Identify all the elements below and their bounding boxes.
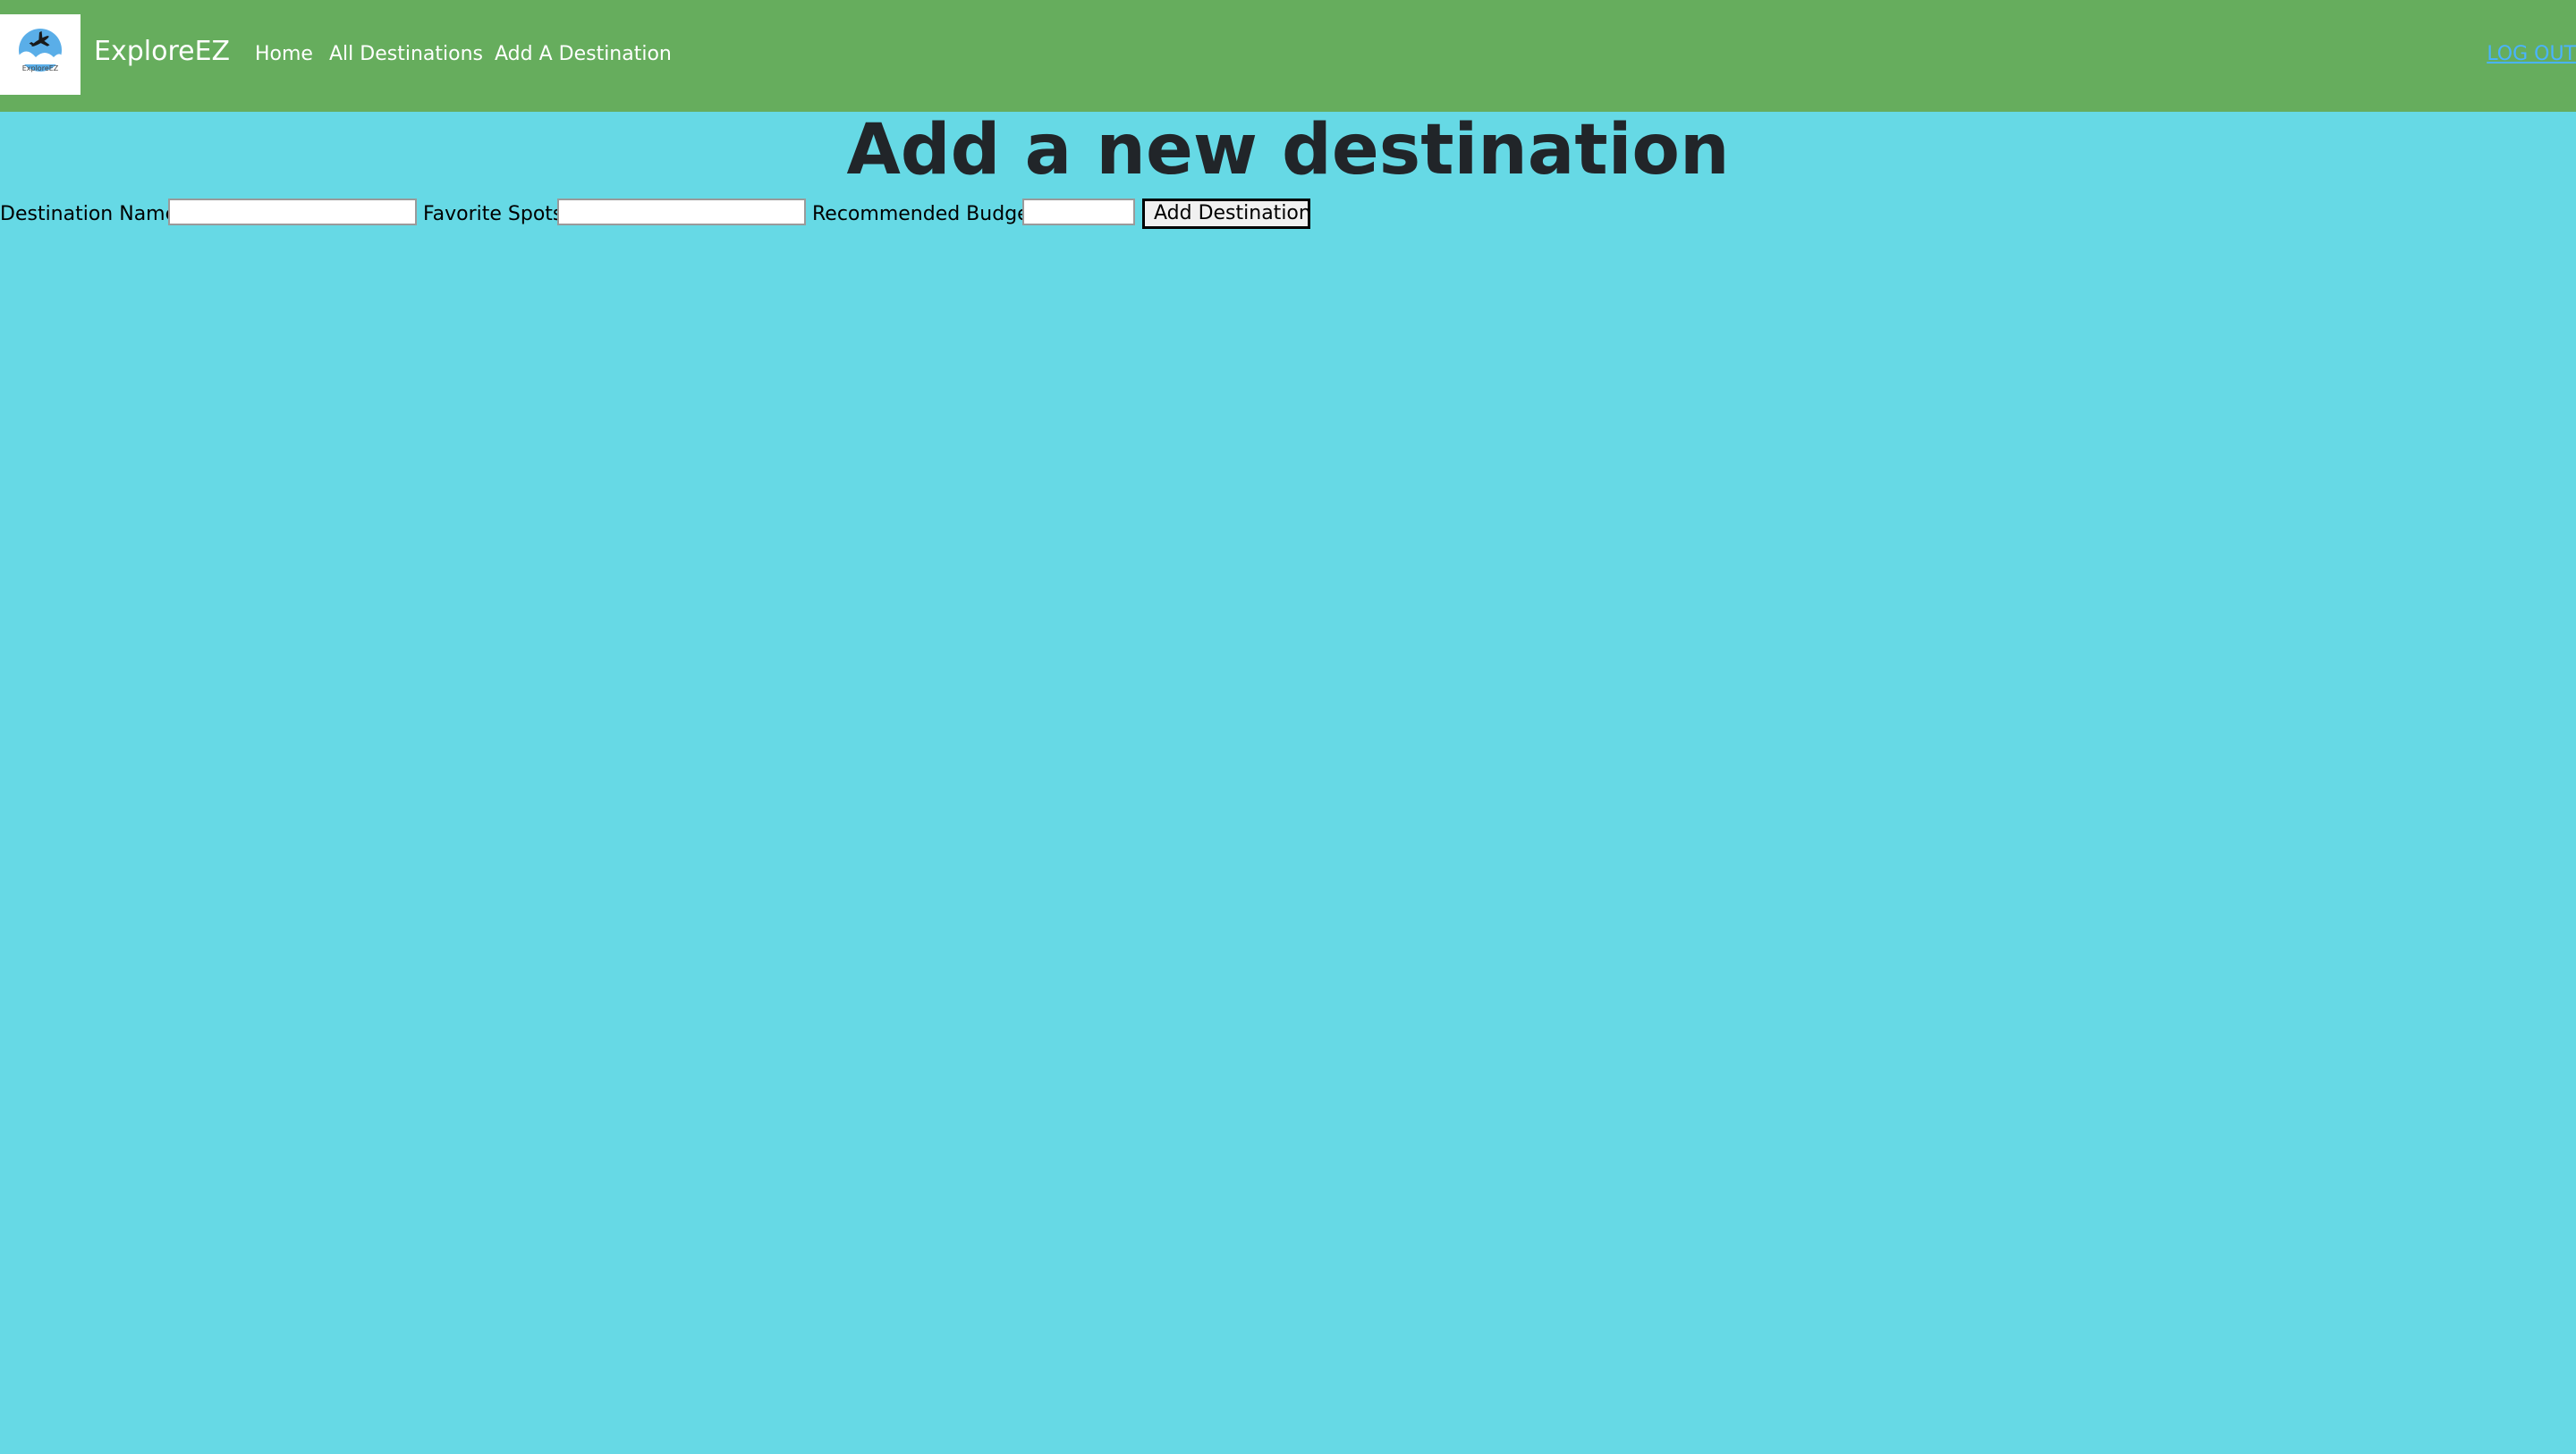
destination-name-input[interactable] [168, 199, 417, 225]
favorite-spots-input[interactable] [557, 199, 806, 225]
destination-name-label: Destination Name [0, 203, 178, 225]
logo-text: ExploreEZ [22, 64, 59, 72]
nav-link-all-destinations[interactable]: All Destinations [329, 41, 483, 68]
add-destination-form: Destination Name Favorite Spots Recommen… [0, 199, 2576, 231]
nav-link-home[interactable]: Home [255, 41, 313, 68]
navbar: ExploreEZ ExploreEZ Home All Destination… [0, 0, 2576, 112]
logout-link[interactable]: LOG OUT [2487, 41, 2576, 68]
favorite-spots-label: Favorite Spots [423, 203, 564, 225]
add-destination-button[interactable]: Add Destination [1142, 199, 1311, 229]
recommended-budget-input[interactable] [1022, 199, 1135, 225]
logo[interactable]: ExploreEZ [0, 14, 80, 95]
page-title: Add a new destination [846, 110, 1730, 190]
recommended-budget-label: Recommended Budget [812, 203, 1038, 225]
brand-name[interactable]: ExploreEZ [94, 32, 230, 72]
nav-link-add-destination[interactable]: Add A Destination [495, 41, 672, 68]
airplane-globe-icon: ExploreEZ [19, 29, 62, 72]
